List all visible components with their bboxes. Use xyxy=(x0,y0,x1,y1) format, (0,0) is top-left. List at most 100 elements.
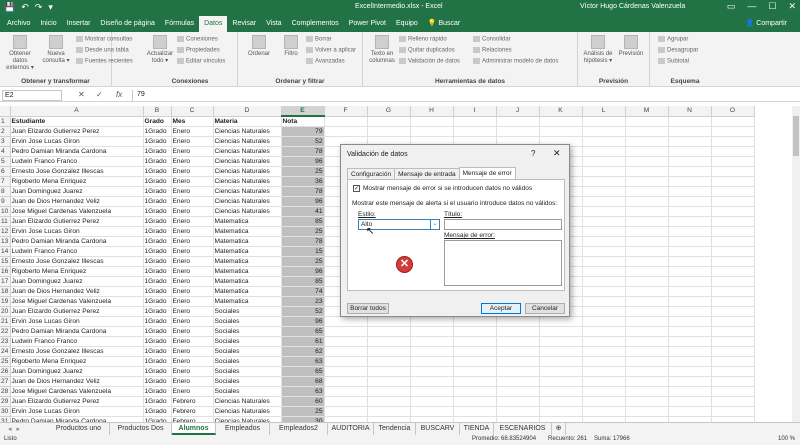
cell[interactable] xyxy=(410,116,454,127)
cell[interactable]: Rigoberto Mena Enriquez xyxy=(10,176,144,187)
cell[interactable]: Juan Dominguez Juarez xyxy=(10,366,144,377)
zoom-level[interactable]: 100 % xyxy=(778,436,795,442)
cell[interactable]: Juan Dominguez Juarez xyxy=(10,276,144,287)
cell[interactable] xyxy=(625,156,669,167)
cell[interactable]: 1Grado xyxy=(143,146,172,157)
cell[interactable] xyxy=(625,396,669,407)
cell[interactable]: 78 xyxy=(281,146,325,157)
cell[interactable]: Ciencias Naturales xyxy=(213,406,282,417)
cell[interactable]: Sociales xyxy=(213,376,282,387)
cell[interactable] xyxy=(539,316,583,327)
cell[interactable]: 25 xyxy=(281,166,325,177)
cell[interactable]: Ludwin Franco Franco xyxy=(10,246,144,257)
cell[interactable] xyxy=(410,376,454,387)
error-title-input[interactable] xyxy=(444,219,562,230)
cell[interactable] xyxy=(711,196,755,207)
cell[interactable]: Ciencias Naturales xyxy=(213,196,282,207)
cell[interactable]: Nota xyxy=(281,116,325,127)
cell[interactable] xyxy=(711,376,755,387)
cell[interactable]: 1Grado xyxy=(143,186,172,197)
column-header-K[interactable]: K xyxy=(539,106,583,117)
column-header-N[interactable]: N xyxy=(668,106,712,117)
cell[interactable] xyxy=(668,396,712,407)
scroll-thumb[interactable] xyxy=(793,116,799,156)
cell[interactable] xyxy=(496,376,540,387)
column-header-H[interactable]: H xyxy=(410,106,454,117)
cell[interactable]: Ernesto Jose Gonzalez Illescas xyxy=(10,166,144,177)
cell[interactable] xyxy=(582,286,626,297)
cell[interactable]: 79 xyxy=(281,126,325,137)
cell[interactable] xyxy=(410,126,454,137)
flash-fill-button[interactable]: Relleno rápido xyxy=(399,36,447,43)
cell[interactable] xyxy=(367,316,411,327)
cell[interactable]: 74 xyxy=(281,286,325,297)
relationships-button[interactable]: Relaciones xyxy=(473,47,512,54)
column-header-M[interactable]: M xyxy=(625,106,669,117)
cell[interactable]: Sociales xyxy=(213,346,282,357)
cell[interactable]: Enero xyxy=(171,376,214,387)
cell[interactable] xyxy=(496,336,540,347)
cell[interactable] xyxy=(625,176,669,187)
cell[interactable] xyxy=(582,316,626,327)
cell[interactable] xyxy=(711,336,755,347)
cell[interactable] xyxy=(496,316,540,327)
cell[interactable] xyxy=(711,346,755,357)
row-header[interactable]: 22 xyxy=(0,326,11,337)
cell[interactable] xyxy=(711,366,755,377)
cell[interactable] xyxy=(539,356,583,367)
cell[interactable]: 78 xyxy=(281,186,325,197)
cell[interactable] xyxy=(367,346,411,357)
column-header-J[interactable]: J xyxy=(496,106,540,117)
cell[interactable] xyxy=(711,126,755,137)
cell[interactable]: 1Grado xyxy=(143,316,172,327)
cell[interactable] xyxy=(324,386,368,397)
cell[interactable] xyxy=(625,406,669,417)
cell[interactable] xyxy=(582,126,626,137)
cell[interactable]: Sociales xyxy=(213,386,282,397)
cell[interactable] xyxy=(453,316,497,327)
cell[interactable] xyxy=(410,366,454,377)
cell[interactable] xyxy=(496,406,540,417)
cell[interactable]: 1Grado xyxy=(143,206,172,217)
advanced-filter-button[interactable]: Avanzadas xyxy=(306,58,345,65)
cell[interactable]: 52 xyxy=(281,306,325,317)
customize-qa-icon[interactable]: ▾ xyxy=(48,2,53,13)
cell[interactable] xyxy=(625,326,669,337)
cell[interactable] xyxy=(582,206,626,217)
row-header[interactable]: 1 xyxy=(0,116,11,127)
cell[interactable]: 62 xyxy=(281,346,325,357)
cell[interactable]: 1Grado xyxy=(143,326,172,337)
cell[interactable] xyxy=(582,246,626,257)
cell[interactable]: Enero xyxy=(171,316,214,327)
cell[interactable] xyxy=(668,136,712,147)
cell[interactable] xyxy=(668,356,712,367)
cell[interactable] xyxy=(711,356,755,367)
cell[interactable] xyxy=(410,396,454,407)
cell[interactable] xyxy=(625,306,669,317)
cell[interactable] xyxy=(367,356,411,367)
cell[interactable] xyxy=(410,346,454,357)
column-header-D[interactable]: D xyxy=(213,106,282,117)
column-header-E[interactable]: E xyxy=(281,106,325,117)
cell[interactable] xyxy=(582,146,626,157)
cell[interactable] xyxy=(410,356,454,367)
row-header[interactable]: 17 xyxy=(0,276,11,287)
cell[interactable]: 1Grado xyxy=(143,266,172,277)
cell[interactable] xyxy=(539,126,583,137)
reapply-button[interactable]: Volver a aplicar xyxy=(306,47,356,54)
cell[interactable]: Estudiante xyxy=(10,116,144,127)
connections-button[interactable]: Conexiones xyxy=(177,36,218,43)
cell[interactable]: 1Grado xyxy=(143,166,172,177)
cell[interactable]: 61 xyxy=(281,336,325,347)
cell[interactable]: Pedro Damian Miranda Cardona xyxy=(10,146,144,157)
tab-datos[interactable]: Datos xyxy=(199,16,228,32)
cell[interactable]: Ervin Jose Lucas Giron xyxy=(10,136,144,147)
row-header[interactable]: 16 xyxy=(0,266,11,277)
cell[interactable] xyxy=(625,386,669,397)
cell[interactable] xyxy=(367,406,411,417)
cell[interactable]: Ciencias Naturales xyxy=(213,396,282,407)
cell[interactable] xyxy=(625,276,669,287)
row-header[interactable]: 15 xyxy=(0,256,11,267)
cell[interactable]: 41 xyxy=(281,206,325,217)
tab-inicio[interactable]: Inicio xyxy=(35,16,61,32)
